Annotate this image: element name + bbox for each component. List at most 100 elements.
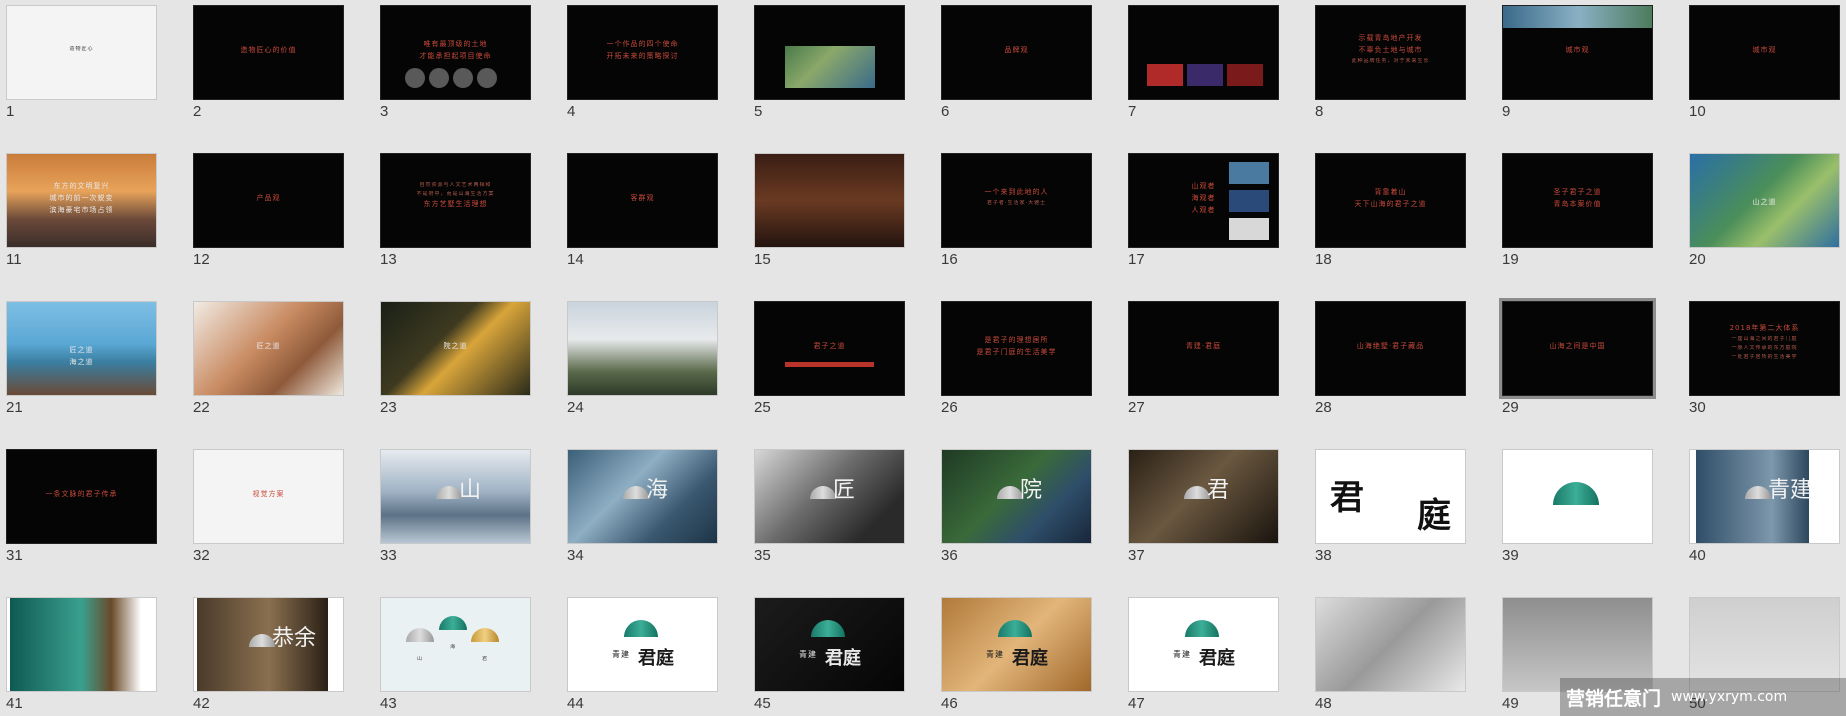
fan-logo-icon — [811, 620, 845, 637]
slide-number: 26 — [941, 399, 958, 416]
slide-number: 20 — [1689, 251, 1706, 268]
slide-thumbnail-22[interactable]: 匠之道 — [193, 301, 344, 396]
slide-thumbnail-25[interactable]: 君子之道 — [754, 301, 905, 396]
slide-text: 山之道 — [1752, 198, 1777, 206]
slide-thumbnail-41[interactable] — [6, 597, 157, 692]
slide-text: 造物匠心 — [69, 46, 94, 52]
slide-thumbnail-40[interactable]: 青建 — [1689, 449, 1840, 544]
slide-number: 33 — [380, 547, 397, 564]
accent-bar — [785, 362, 874, 367]
slide-number: 47 — [1128, 695, 1145, 712]
slide-text: 自然资源与人文艺术两相和 — [419, 182, 492, 188]
slide-thumbnail-1[interactable]: 造物匠心 — [6, 5, 157, 100]
slide-text: 2018年第二大体系 — [1729, 324, 1800, 332]
slide-text: 院之道 — [443, 342, 468, 350]
slide-number: 7 — [1128, 103, 1137, 120]
aerial-banner-image — [1503, 6, 1652, 28]
slide-thumbnail-45[interactable]: 青建 君庭 — [754, 597, 905, 692]
slide-thumbnail-16[interactable]: 一个来到此地的人 君子者·生活家·大雅士 — [941, 153, 1092, 248]
brand-logotype: 君庭 — [1199, 648, 1235, 669]
slide-thumbnail-8[interactable]: 示载青岛地产开发 不辜负土地与城市 此种品牌任务，对于未来生长 — [1315, 5, 1466, 100]
slide-text: 才能承担起项目使命 — [419, 52, 492, 60]
slide-thumbnail-7[interactable] — [1128, 5, 1279, 100]
slide-number: 28 — [1315, 399, 1332, 416]
slide-number: 9 — [1502, 103, 1511, 120]
slide-thumbnail-24[interactable] — [567, 301, 718, 396]
slide-thumbnail-4[interactable]: 一个作品的四个使命 开拓未来的策略探讨 — [567, 5, 718, 100]
calligraphy-char: 庭 — [1417, 496, 1451, 536]
slide-text: 是君子的理想居所 — [984, 336, 1049, 344]
slide-thumbnail-13[interactable]: 自然资源与人文艺术两相和 不是府中，而是山海生活方案 东方艺墅生活理想 — [380, 153, 531, 248]
slide-thumbnail-17[interactable]: 山观者 海观者 人观者 — [1128, 153, 1279, 248]
fan-icon — [439, 616, 467, 630]
fan-logo-icon — [624, 620, 658, 637]
slide-thumbnail-36[interactable]: 院 — [941, 449, 1092, 544]
slide-thumbnail-6[interactable]: 品牌观 — [941, 5, 1092, 100]
slide-thumbnail-15[interactable] — [754, 153, 905, 248]
slide-sorter-grid: 造物匠心 1 造物匠心的价值 2 唯有最顶级的土地 才能承担起项目使命 3 一个作品的四个使命… — [0, 0, 1846, 716]
slide-text: 背靠着山 — [1374, 188, 1407, 196]
aerial-map-image — [785, 46, 875, 88]
slide-text: 山海之间是中国 — [1549, 342, 1606, 350]
slide-thumbnail-11[interactable]: 东方的文明复兴 城市的前一次蜕变 滨海豪宅市场占领 — [6, 153, 157, 248]
slide-thumbnail-38[interactable]: 君庭 — [1315, 449, 1466, 544]
slide-number: 15 — [754, 251, 771, 268]
fan-label: 海 — [449, 644, 456, 650]
slide-thumbnail-12[interactable]: 产品观 — [193, 153, 344, 248]
slide-thumbnail-19[interactable]: 圣子君子之道 青岛本案价值 — [1502, 153, 1653, 248]
slide-thumbnail-9[interactable]: 城市观 — [1502, 5, 1653, 100]
fan-label: 山 — [416, 656, 423, 662]
slide-thumbnail-23[interactable]: 院之道 — [380, 301, 531, 396]
brand-logotype: 君庭 — [825, 648, 861, 669]
slide-character: 青建 — [1768, 478, 1813, 503]
slide-thumbnail-18[interactable]: 背靠着山 天下山海的君子之道 — [1315, 153, 1466, 248]
brand-logotype: 君庭 — [638, 648, 674, 669]
slide-thumbnail-32[interactable]: 视觉方案 — [193, 449, 344, 544]
slide-text: 视觉方案 — [252, 490, 285, 498]
slide-thumbnail-21[interactable]: 匠之道 海之道 — [6, 301, 157, 396]
photo-thumb — [1229, 162, 1269, 184]
slide-number: 40 — [1689, 547, 1706, 564]
slide-text: 滨海豪宅市场占领 — [49, 206, 114, 214]
slide-thumbnail-28[interactable]: 山海绝墅·君子藏品 — [1315, 301, 1466, 396]
slide-thumbnail-10[interactable]: 城市观 — [1689, 5, 1840, 100]
slide-text: 山海绝墅·君子藏品 — [1356, 342, 1425, 350]
slide-thumbnail-29[interactable]: 山海之间是中国 — [1499, 298, 1656, 399]
slide-thumbnail-27[interactable]: 青建·君庭 — [1128, 301, 1279, 396]
slide-number: 23 — [380, 399, 397, 416]
slide-thumbnail-46[interactable]: 青建 君庭 — [941, 597, 1092, 692]
circle-icon — [453, 68, 473, 88]
slide-thumbnail-42[interactable]: 恭余 — [193, 597, 344, 692]
slide-thumbnail-48[interactable] — [1315, 597, 1466, 692]
slide-thumbnail-43[interactable]: 山 海君 — [380, 597, 531, 692]
slide-thumbnail-35[interactable]: 匠 — [754, 449, 905, 544]
slide-thumbnail-30[interactable]: 2018年第二大体系 一座山海之间的君子门庭 一脉人文传承的东方庭院 一处君子居所的生… — [1689, 301, 1840, 396]
slide-text: 产品观 — [256, 194, 281, 202]
brand-logotype: 君庭 — [1012, 648, 1048, 669]
slide-thumbnail-5[interactable]: 渤海之滨·黄城NO.1 — [754, 5, 905, 100]
slide-text: 一处君子居所的生活美学 — [1731, 354, 1798, 360]
slide-thumbnail-34[interactable]: 海 — [567, 449, 718, 544]
slide-thumbnail-33[interactable]: 山 — [380, 449, 531, 544]
slide-thumbnail-44[interactable]: 青建 君庭 — [567, 597, 718, 692]
slide-number: 44 — [567, 695, 584, 712]
slide-number: 45 — [754, 695, 771, 712]
slide-character: 山 — [459, 478, 482, 503]
slide-text: 客群观 — [630, 194, 655, 202]
slide-number: 34 — [567, 547, 584, 564]
slide-thumbnail-3[interactable]: 唯有最顶级的土地 才能承担起项目使命 — [380, 5, 531, 100]
watermark-url: www.yxrym.com — [1671, 689, 1788, 705]
slide-thumbnail-47[interactable]: 青建 君庭 — [1128, 597, 1279, 692]
slide-thumbnail-2[interactable]: 造物匠心的价值 — [193, 5, 344, 100]
fan-logo-icon — [1185, 620, 1219, 637]
slide-thumbnail-14[interactable]: 客群观 — [567, 153, 718, 248]
slide-number: 10 — [1689, 103, 1706, 120]
fan-icon — [406, 628, 434, 642]
slide-number: 8 — [1315, 103, 1324, 120]
slide-thumbnail-26[interactable]: 是君子的理想居所 是君子门庭的生活美学 — [941, 301, 1092, 396]
slide-thumbnail-37[interactable]: 君 — [1128, 449, 1279, 544]
slide-number: 5 — [754, 103, 763, 120]
slide-thumbnail-39[interactable] — [1502, 449, 1653, 544]
slide-thumbnail-31[interactable]: 一条文脉的君子传承 — [6, 449, 157, 544]
slide-thumbnail-20[interactable]: 山之道 — [1689, 153, 1840, 248]
